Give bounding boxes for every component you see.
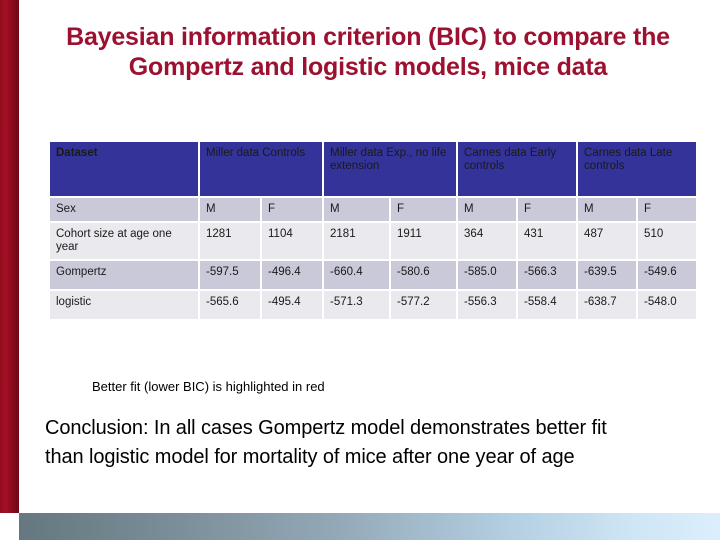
cell-logistic-5: -558.4 bbox=[518, 291, 577, 319]
cell-cohort-0: 1281 bbox=[200, 223, 260, 259]
table-header-row: Dataset Miller data Controls Miller data… bbox=[50, 142, 697, 196]
cell-logistic-7: -548.0 bbox=[638, 291, 697, 319]
table-caption: Better fit (lower BIC) is highlighted in… bbox=[92, 379, 325, 394]
bottom-gradient-band bbox=[19, 513, 720, 540]
cell-gompertz-0: -597.5 bbox=[200, 261, 260, 289]
cell-cohort-5: 431 bbox=[518, 223, 577, 259]
cell-sex-4: M bbox=[458, 198, 517, 221]
table-row: logistic -565.6 -495.4 -571.3 -577.2 -55… bbox=[50, 291, 697, 319]
cell-logistic-2: -571.3 bbox=[324, 291, 390, 319]
cell-sex-5: F bbox=[518, 198, 577, 221]
table-row: Cohort size at age one year 1281 1104 21… bbox=[50, 223, 697, 259]
cell-sex-1: F bbox=[262, 198, 323, 221]
cell-gompertz-1: -496.4 bbox=[262, 261, 323, 289]
table-row: Gompertz -597.5 -496.4 -660.4 -580.6 -58… bbox=[50, 261, 697, 289]
cell-cohort-3: 1911 bbox=[391, 223, 457, 259]
header-group-miller-controls: Miller data Controls bbox=[200, 142, 323, 196]
header-dataset: Dataset bbox=[50, 142, 198, 196]
row-label-cohort-size: Cohort size at age one year bbox=[50, 223, 198, 259]
cell-gompertz-6: -639.5 bbox=[578, 261, 637, 289]
cell-cohort-2: 2181 bbox=[324, 223, 390, 259]
header-group-carnes-late: Carnes data Late controls bbox=[578, 142, 697, 196]
header-group-miller-exp: Miller data Exp., no life extension bbox=[324, 142, 457, 196]
slide-canvas: Bayesian information criterion (BIC) to … bbox=[0, 0, 720, 540]
bic-comparison-table: Dataset Miller data Controls Miller data… bbox=[48, 140, 698, 321]
page-title: Bayesian information criterion (BIC) to … bbox=[66, 23, 670, 81]
table-row: Sex M F M F M F M F bbox=[50, 198, 697, 221]
cell-gompertz-3: -580.6 bbox=[391, 261, 457, 289]
cell-cohort-1: 1104 bbox=[262, 223, 323, 259]
cell-cohort-7: 510 bbox=[638, 223, 697, 259]
cell-logistic-4: -556.3 bbox=[458, 291, 517, 319]
cell-gompertz-7: -549.6 bbox=[638, 261, 697, 289]
cell-gompertz-4: -585.0 bbox=[458, 261, 517, 289]
cell-cohort-6: 487 bbox=[578, 223, 637, 259]
cell-sex-2: M bbox=[324, 198, 390, 221]
cell-logistic-6: -638.7 bbox=[578, 291, 637, 319]
cell-sex-7: F bbox=[638, 198, 697, 221]
cell-logistic-3: -577.2 bbox=[391, 291, 457, 319]
cell-sex-0: M bbox=[200, 198, 260, 221]
cell-sex-6: M bbox=[578, 198, 637, 221]
cell-sex-3: F bbox=[391, 198, 457, 221]
row-label-gompertz: Gompertz bbox=[50, 261, 198, 289]
header-group-carnes-early: Carnes data Early controls bbox=[458, 142, 577, 196]
row-label-logistic: logistic bbox=[50, 291, 198, 319]
cell-cohort-4: 364 bbox=[458, 223, 517, 259]
cell-logistic-1: -495.4 bbox=[262, 291, 323, 319]
cell-logistic-0: -565.6 bbox=[200, 291, 260, 319]
cell-gompertz-5: -566.3 bbox=[518, 261, 577, 289]
conclusion-text: Conclusion: In all cases Gompertz model … bbox=[45, 417, 607, 468]
left-accent-stripe bbox=[0, 0, 19, 513]
row-label-sex: Sex bbox=[50, 198, 198, 221]
cell-gompertz-2: -660.4 bbox=[324, 261, 390, 289]
